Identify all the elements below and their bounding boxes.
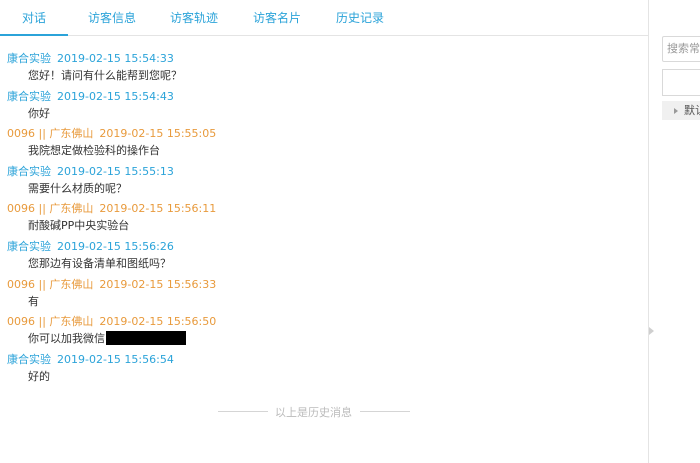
sender-name: 康合实验: [7, 239, 51, 253]
tab-visitor-card[interactable]: 访客名片: [249, 0, 305, 36]
message-text: 有: [28, 294, 39, 308]
message-item: 0096 || 广东佛山 2019-02-15 15:56:11 耐酸碱PP中央实…: [0, 196, 648, 234]
message-item: 0096 || 广东佛山 2019-02-15 15:55:05 我院想定做检验科…: [0, 121, 648, 159]
message-time: 2019-02-15 15:54:33: [57, 52, 174, 65]
message-meta: 康合实验 2019-02-15 15:54:33: [7, 50, 174, 66]
tab-history[interactable]: 历史记录: [332, 0, 388, 36]
message-text: 您好！请问有什么能帮到您呢？: [28, 69, 182, 82]
caret-right-icon: [674, 108, 678, 114]
message-meta: 0096 || 广东佛山 2019-02-15 15:55:05: [7, 125, 216, 141]
sender-name: 康合实验: [7, 89, 51, 103]
message-text-content: 你可以加我微信: [28, 332, 105, 346]
message-meta: 0096 || 广东佛山 2019-02-15 15:56:11: [7, 200, 216, 216]
message-time: 2019-02-15 15:56:26: [57, 239, 174, 253]
message-time: 2019-02-15 15:55:13: [57, 164, 174, 178]
message-item: 0096 || 广东佛山 2019-02-15 15:56:33 有: [0, 272, 648, 310]
sender-name: 0096 || 广东佛山: [7, 277, 94, 291]
sender-name: 0096 || 广东佛山: [7, 127, 94, 141]
message-meta: 康合实验 2019-02-15 15:54:43: [7, 88, 174, 104]
sender-name: 康合实验: [7, 52, 51, 65]
divider-line-right: [360, 411, 410, 412]
message-time: 2019-02-15 15:56:50: [99, 315, 217, 329]
message-time: 2019-02-15 15:56:54: [57, 352, 174, 366]
message-item: 康合实验 2019-02-15 15:54:43 你好: [0, 84, 648, 122]
redacted-block: [106, 331, 186, 346]
tab-bar: 对话 访客信息 访客轨迹 访客名片 历史记录: [0, 0, 648, 36]
message-meta: 康合实验 2019-02-15 15:56:26: [7, 238, 174, 254]
sender-name: 康合实验: [7, 352, 51, 366]
message-item: 0096 || 广东佛山 2019-02-15 15:56:50 你可以加我微信: [0, 309, 648, 347]
quick-reply-search-input[interactable]: 搜索常用: [662, 36, 700, 62]
message-time: 2019-02-15 15:56:33: [99, 277, 217, 291]
panel-divider: [648, 0, 649, 463]
message-text: 耐酸碱PP中央实验台: [28, 219, 130, 233]
message-meta: 康合实验 2019-02-15 15:56:54: [7, 351, 174, 367]
message-text: 你好: [28, 106, 50, 120]
tab-visitor-info[interactable]: 访客信息: [84, 0, 140, 36]
history-divider: 以上是历史消息: [218, 404, 410, 419]
divider-line-left: [218, 411, 268, 412]
history-divider-label: 以上是历史消息: [275, 406, 352, 419]
sender-name: 0096 || 广东佛山: [7, 202, 94, 216]
message-text: 好的: [28, 369, 50, 383]
message-item: 康合实验 2019-02-15 15:56:54 好的: [0, 347, 648, 385]
message-time: 2019-02-15 15:54:43: [57, 89, 174, 103]
message-text: 你可以加我微信: [28, 330, 186, 346]
message-meta: 康合实验 2019-02-15 15:55:13: [7, 163, 174, 179]
tab-visitor-trail[interactable]: 访客轨迹: [166, 0, 222, 36]
message-item: 康合实验 2019-02-15 15:56:26 您那边有设备清单和图纸吗？: [0, 234, 648, 272]
message-list: 康合实验 2019-02-15 15:54:33 您好！请问有什么能帮到您呢？ 康…: [0, 46, 648, 384]
message-time: 2019-02-15 15:55:05: [99, 127, 217, 141]
message-time: 2019-02-15 15:56:11: [99, 202, 217, 216]
message-meta: 0096 || 广东佛山 2019-02-15 15:56:50: [7, 313, 216, 329]
sender-name: 康合实验: [7, 164, 51, 178]
message-item: 康合实验 2019-02-15 15:54:33 您好！请问有什么能帮到您呢？: [0, 46, 648, 84]
message-item: 康合实验 2019-02-15 15:55:13 需要什么材质的呢？: [0, 159, 648, 197]
tab-chat[interactable]: 对话: [0, 0, 68, 36]
message-text: 我院想定做检验科的操作台: [28, 144, 160, 158]
default-group-item[interactable]: 默认: [662, 101, 700, 120]
collapse-arrow-icon[interactable]: [649, 327, 654, 335]
sender-name: 0096 || 广东佛山: [7, 315, 94, 329]
message-text: 需要什么材质的呢？: [28, 181, 127, 195]
message-text: 您那边有设备清单和图纸吗？: [28, 256, 171, 270]
quick-reply-box[interactable]: [662, 69, 700, 96]
default-group-label: 默认: [684, 104, 700, 117]
message-meta: 0096 || 广东佛山 2019-02-15 15:56:33: [7, 276, 216, 292]
